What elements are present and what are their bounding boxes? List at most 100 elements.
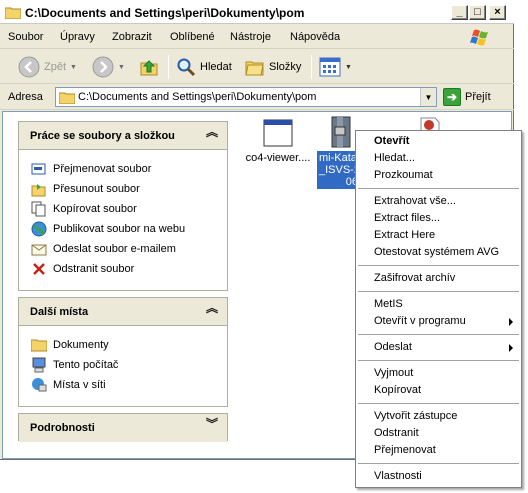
forward-button[interactable]: ▼ — [92, 55, 125, 79]
ctx-search[interactable]: Hledat... — [374, 150, 415, 167]
task-label: Odeslat soubor e-mailem — [53, 243, 176, 255]
maximize-button[interactable]: □ — [469, 5, 486, 20]
ctx-delete[interactable]: Odstranit — [374, 425, 419, 442]
context-menu: Otevřít Hledat... Prozkoumat Extrahovat … — [355, 130, 522, 488]
task-email-file[interactable]: Odeslat soubor e-mailem — [31, 239, 227, 259]
toolbar-separator — [311, 55, 312, 79]
go-arrow-icon: ➔ — [443, 88, 461, 106]
place-my-computer[interactable]: Tento počítač — [31, 355, 227, 375]
views-button[interactable]: ▼ — [319, 55, 352, 79]
collapse-icon[interactable]: ︽ — [206, 126, 218, 138]
folders-button[interactable]: Složky — [245, 55, 301, 79]
search-icon — [177, 58, 196, 77]
ctx-open[interactable]: Otevřít — [374, 133, 409, 150]
folder-icon — [59, 92, 75, 104]
archive-icon — [331, 116, 351, 148]
menu-upravy[interactable]: Úpravy — [60, 31, 95, 43]
ctx-open-with[interactable]: Otevřít v programu — [374, 313, 466, 330]
ctx-properties[interactable]: Vlastnosti — [374, 468, 422, 485]
menu-bar: Soubor Úpravy Zobrazit Oblíbené Nástroje… — [0, 25, 514, 49]
file-item[interactable]: co4-viewer.... — [243, 117, 313, 165]
folder-icon — [5, 7, 21, 19]
ctx-send-to[interactable]: Odeslat — [374, 339, 412, 356]
menu-separator — [358, 291, 519, 292]
task-label: Přesunout soubor — [53, 183, 140, 195]
views-icon — [319, 57, 341, 77]
delete-icon — [31, 261, 47, 277]
ctx-extract-files[interactable]: Extract files... — [374, 210, 440, 227]
expand-icon[interactable]: ︾ — [206, 418, 218, 430]
file-tasks-header[interactable]: Práce se soubory a složkou ︽ — [19, 122, 227, 150]
address-input[interactable]: C:\Documents and Settings\peri\Dokumenty… — [55, 87, 437, 107]
task-label: Publikovat soubor na webu — [53, 223, 186, 235]
views-dropdown-icon[interactable]: ▼ — [345, 64, 352, 71]
menu-zobrazit[interactable]: Zobrazit — [112, 31, 152, 43]
menu-soubor[interactable]: Soubor — [8, 31, 43, 43]
copy-icon — [31, 201, 47, 217]
network-icon — [31, 377, 47, 393]
up-folder-icon — [140, 60, 158, 76]
menu-separator — [358, 463, 519, 464]
minimize-button[interactable]: _ — [451, 5, 468, 20]
menu-napoveda[interactable]: Nápověda — [290, 31, 340, 43]
ctx-extract-all[interactable]: Extrahovat vše... — [374, 193, 456, 210]
folders-icon — [245, 61, 264, 76]
task-publish-web[interactable]: Publikovat soubor na webu — [31, 219, 227, 239]
go-label: Přejít — [465, 91, 491, 103]
back-button[interactable]: Zpět ▼ — [18, 55, 77, 79]
address-bar: Adresa C:\Documents and Settings\peri\Do… — [0, 85, 514, 110]
folders-label: Složky — [269, 61, 302, 73]
address-label: Adresa — [8, 91, 43, 103]
task-label: Přejmenovat soubor — [53, 163, 152, 175]
menu-separator — [358, 188, 519, 189]
place-network[interactable]: Místa v síti — [31, 375, 227, 395]
computer-icon — [31, 357, 47, 373]
file-label: co4-viewer.... — [245, 152, 311, 164]
window-app-icon — [263, 119, 293, 147]
standard-toolbar: Zpět ▼ ▼ Hledat Složky ▼ — [0, 50, 514, 84]
forward-arrow-icon — [92, 56, 114, 78]
task-copy-file[interactable]: Kopírovat soubor — [31, 199, 227, 219]
address-value: C:\Documents and Settings\peri\Dokumenty… — [78, 91, 317, 103]
move-icon — [31, 181, 47, 197]
ctx-metis[interactable]: MetIS — [374, 296, 403, 313]
menu-separator — [358, 334, 519, 335]
address-dropdown-button[interactable]: ▼ — [420, 88, 436, 106]
forward-dropdown-icon[interactable]: ▼ — [118, 64, 125, 71]
folder-icon — [31, 337, 47, 353]
up-folder-button[interactable] — [139, 55, 159, 79]
menu-separator — [358, 265, 519, 266]
file-tasks-panel: Práce se soubory a složkou ︽ Přejmenovat… — [18, 121, 228, 291]
back-dropdown-icon[interactable]: ▼ — [70, 64, 77, 71]
ctx-explore[interactable]: Prozkoumat — [374, 167, 433, 184]
toolbar-separator — [168, 55, 169, 79]
search-button[interactable]: Hledat — [176, 55, 232, 79]
other-places-header[interactable]: Další místa ︽ — [19, 298, 227, 326]
task-label: Kopírovat soubor — [53, 203, 137, 215]
task-rename-file[interactable]: Přejmenovat soubor — [31, 159, 227, 179]
task-label: Odstranit soubor — [53, 263, 135, 275]
menu-oblibene[interactable]: Oblíbené — [170, 31, 215, 43]
close-button[interactable]: × — [489, 5, 506, 20]
ctx-avg-scan[interactable]: Otestovat systémem AVG — [374, 244, 499, 261]
details-header[interactable]: Podrobnosti ︾ — [19, 414, 227, 442]
task-delete-file[interactable]: Odstranit soubor — [31, 259, 227, 279]
collapse-icon[interactable]: ︽ — [206, 302, 218, 314]
ctx-copy[interactable]: Kopírovat — [374, 382, 421, 399]
ctx-rename[interactable]: Přejmenovat — [374, 442, 436, 459]
place-documents[interactable]: Dokumenty — [31, 335, 227, 355]
title-bar[interactable]: C:\Documents and Settings\peri\Dokumenty… — [0, 2, 514, 24]
globe-icon — [31, 221, 47, 237]
ctx-encrypt-archive[interactable]: Zašifrovat archív — [374, 270, 455, 287]
submenu-arrow-icon — [509, 344, 513, 352]
menu-nastroje[interactable]: Nástroje — [230, 31, 271, 43]
details-panel: Podrobnosti ︾ — [18, 413, 228, 442]
chevron-down-icon: ▼ — [424, 92, 433, 102]
task-move-file[interactable]: Přesunout soubor — [31, 179, 227, 199]
go-button[interactable]: ➔ Přejít — [443, 87, 491, 107]
ctx-extract-here[interactable]: Extract Here — [374, 227, 435, 244]
ctx-cut[interactable]: Vyjmout — [374, 365, 413, 382]
ctx-create-shortcut[interactable]: Vytvořit zástupce — [374, 408, 457, 425]
other-places-panel: Další místa ︽ Dokumenty Tento počítač Mí… — [18, 297, 228, 407]
email-icon — [31, 241, 47, 257]
